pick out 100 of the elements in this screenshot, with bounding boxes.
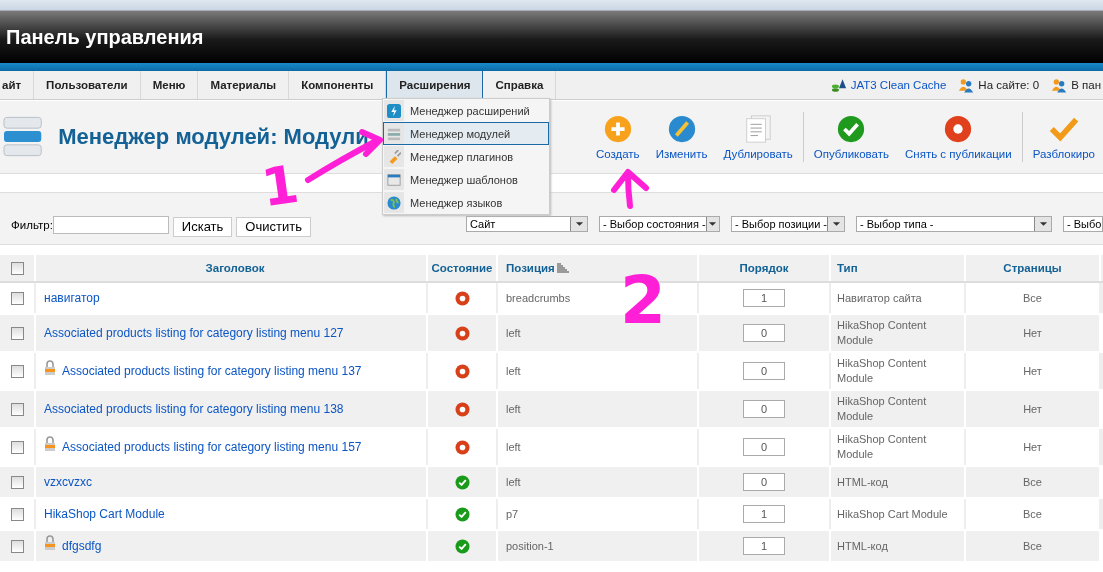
filter-field[interactable] <box>52 215 169 234</box>
unpublished-ring-icon[interactable] <box>454 290 470 306</box>
filter-select[interactable]: - Выбор состояния - <box>599 215 720 232</box>
copy-button[interactable]: Дублировать <box>715 114 801 160</box>
table-cell: HikaShop Cart Module <box>837 506 948 522</box>
unpublished-ring-icon[interactable] <box>454 325 470 341</box>
module-title-link[interactable]: Associated products listing for category listing menu 157 <box>62 440 362 454</box>
filter-select[interactable]: Сайт <box>466 215 588 232</box>
menu-item[interactable]: Материалы <box>198 71 290 99</box>
checkbox[interactable] <box>10 261 24 275</box>
module-title-link[interactable]: Associated products listing for category listing menu 137 <box>62 364 362 378</box>
table-cell: Нет <box>1023 325 1042 341</box>
table-cell: breadcrumbs <box>506 290 571 306</box>
unlock-button[interactable]: Разблокиро <box>1024 114 1103 160</box>
edit-button[interactable]: Изменить <box>647 114 716 160</box>
checkbox[interactable] <box>10 364 24 378</box>
plug-icon <box>387 149 401 164</box>
status-link[interactable]: В пан <box>1071 79 1101 91</box>
checkbox[interactable] <box>10 539 24 553</box>
column-header[interactable]: Заголовок <box>205 262 265 274</box>
column-header[interactable]: Состояние <box>431 262 493 274</box>
dropdown-arrow-icon <box>831 220 841 227</box>
order-field[interactable]: 0 <box>743 400 785 418</box>
menu-item[interactable]: Расширения <box>386 71 484 99</box>
menu-entry[interactable]: Менеджер расширений <box>383 99 549 122</box>
globe-icon <box>387 195 401 210</box>
module-title-link[interactable]: Associated products listing for category listing menu 127 <box>44 326 344 340</box>
column-header[interactable]: Страницы <box>1003 262 1062 274</box>
checkbox[interactable] <box>10 440 24 454</box>
filter-select[interactable]: - Выбор типа - <box>856 215 1052 232</box>
dropdown-arrow-icon <box>708 220 718 227</box>
cache-icon <box>830 77 847 93</box>
table-cell-text: HikaShop Content Module <box>837 318 928 348</box>
order-field[interactable]: 0 <box>743 362 785 380</box>
status-link[interactable]: На сайте: 0 <box>978 79 1040 91</box>
annotation-number: 2 <box>620 268 666 334</box>
panel-title: Панель управления <box>6 25 204 49</box>
module-title-link[interactable]: HikaShop Cart Module <box>44 507 165 521</box>
unpublished-ring-icon[interactable] <box>454 363 470 379</box>
search-button[interactable]: Искать <box>172 216 233 237</box>
plus-icon <box>602 114 633 144</box>
table-cell-text: HikaShop Content Module <box>837 432 928 462</box>
ring-icon <box>943 114 974 144</box>
publish-button[interactable]: Опубликовать <box>805 114 897 160</box>
table-cell: Нет <box>1023 439 1042 455</box>
module-title-link[interactable]: навигатор <box>44 291 100 305</box>
module-title-link[interactable]: Associated products listing for category listing menu 138 <box>44 402 344 416</box>
table-cell: Все <box>1023 290 1042 306</box>
unpublished-ring-icon[interactable] <box>454 439 470 455</box>
new-button[interactable]: Создать <box>587 114 648 160</box>
checkbox[interactable] <box>10 291 24 305</box>
filter-select[interactable]: - Выбор позиции - <box>731 215 845 232</box>
clear-button[interactable]: Очистить <box>236 216 311 237</box>
table-cell: Все <box>1023 506 1042 522</box>
table-cell: p7 <box>506 506 519 522</box>
order-field[interactable]: 0 <box>743 324 785 342</box>
order-field[interactable]: 1 <box>743 537 785 555</box>
annotation-arrow <box>608 166 652 210</box>
window-icon <box>387 172 401 187</box>
published-check-icon[interactable] <box>454 474 470 490</box>
column-header[interactable]: Порядок <box>739 262 789 274</box>
published-check-icon[interactable] <box>454 506 470 522</box>
menu-entry[interactable]: Менеджер языков <box>383 191 549 214</box>
pencil-icon <box>666 114 697 144</box>
published-check-icon[interactable] <box>454 538 470 554</box>
menu-entry[interactable]: Менеджер шаблонов <box>383 168 549 191</box>
table-cell: Все <box>1023 538 1042 554</box>
menu-item[interactable]: Меню <box>140 71 199 99</box>
column-header[interactable]: Тип <box>837 262 858 274</box>
module-title-link[interactable]: dfgsdfg <box>62 539 102 553</box>
order-field[interactable]: 1 <box>743 505 785 523</box>
table-cell: left <box>506 474 521 490</box>
status-link[interactable]: JAT3 Clean Cache <box>850 79 947 91</box>
order-field[interactable]: 1 <box>743 289 785 307</box>
checkbox[interactable] <box>10 402 24 416</box>
annotation-number: 1 <box>258 157 302 215</box>
menu-entry[interactable]: Менеджер модулей <box>383 122 549 145</box>
filter-select[interactable]: - Выбо <box>1063 215 1103 232</box>
checkbox[interactable] <box>10 326 24 340</box>
checkbox[interactable] <box>10 507 24 521</box>
order-field[interactable]: 0 <box>743 473 785 491</box>
menu-item[interactable]: Пользователи <box>34 71 141 99</box>
module-title-link[interactable]: vzxcvzxc <box>44 475 92 489</box>
table-cell: HTML-код <box>837 538 888 554</box>
menu-entry[interactable]: Менеджер плагинов <box>383 145 549 168</box>
dropdown-arrow-icon <box>574 220 584 227</box>
table-cell: left <box>506 325 521 341</box>
column-header[interactable]: Позиция <box>506 262 555 274</box>
unpublished-ring-icon[interactable] <box>454 401 470 417</box>
dropdown-arrow-icon <box>1038 220 1048 227</box>
document-icon <box>743 114 774 144</box>
unpublish-button[interactable]: Снять с публикации <box>897 114 1020 160</box>
table-cell-text: HikaShop Content Module <box>837 394 928 424</box>
list-icon <box>387 126 401 141</box>
order-field[interactable]: 0 <box>743 438 785 456</box>
table-cell: Все <box>1023 474 1042 490</box>
users-icon <box>1051 77 1068 93</box>
menu-item[interactable]: айт <box>0 71 35 99</box>
table-cell-text: HikaShop Content Module <box>837 356 928 386</box>
checkbox[interactable] <box>10 475 24 489</box>
